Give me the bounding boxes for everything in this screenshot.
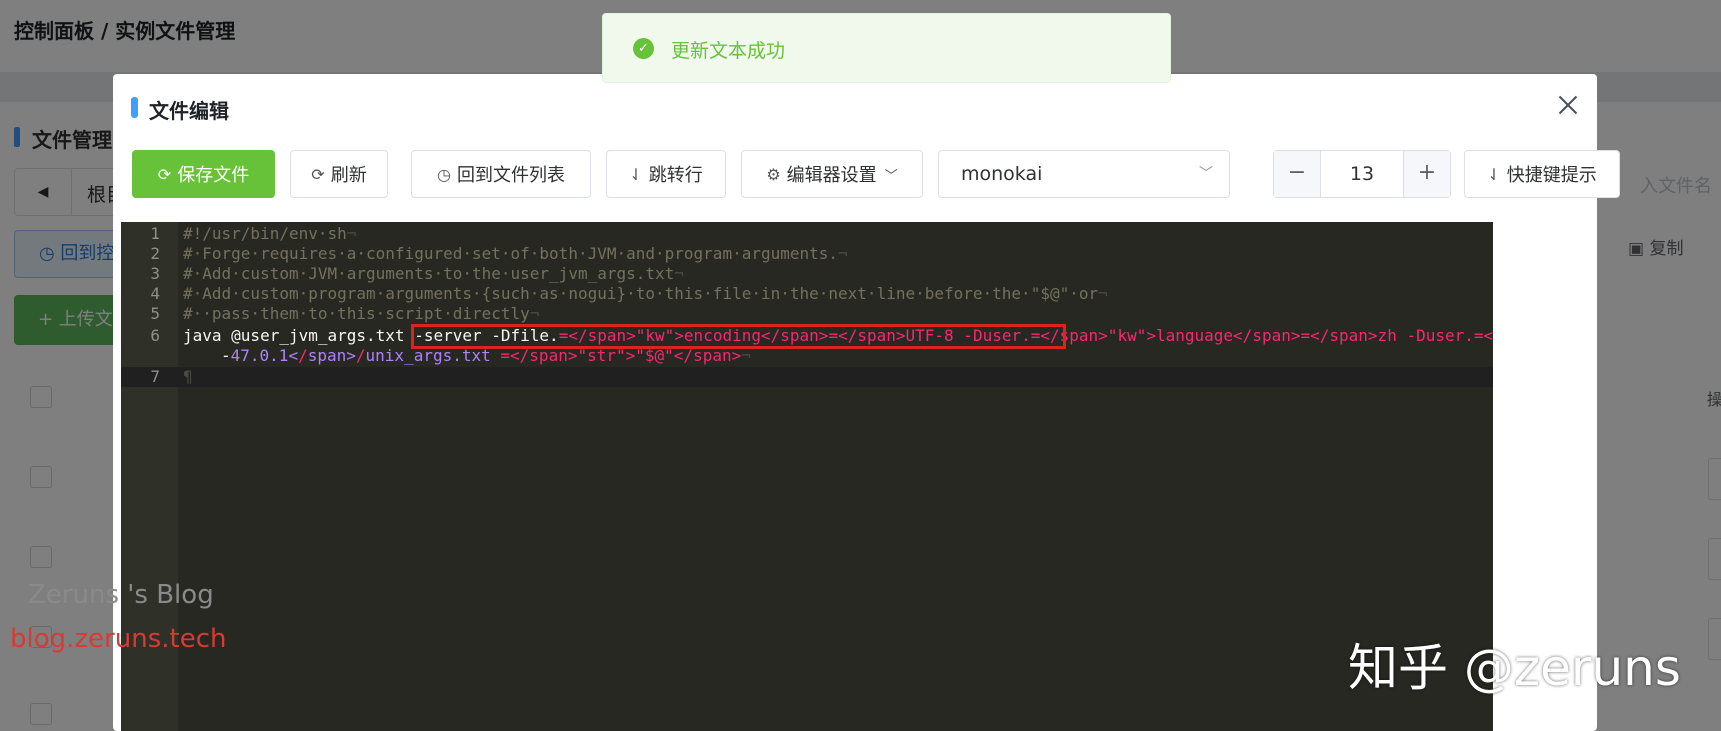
code-line: #!/usr/bin/env·sh¬ (183, 224, 357, 243)
chevron-down-icon: ﹀ (1199, 166, 1213, 182)
editor-settings-dropdown[interactable]: ⚙ 编辑器设置 ﹀ (741, 150, 923, 198)
code-line: #·Add·custom·program·arguments·{such·as·… (183, 284, 1108, 303)
code-line-wrap: -47.0.1</span>/unix_args.txt =</span>"st… (221, 346, 751, 365)
active-line-highlight (121, 367, 1493, 387)
blog-url-watermark: blog.zeruns.tech (10, 624, 227, 654)
theme-select[interactable]: monokai ﹀ (938, 150, 1230, 198)
arrow-down-icon: ⇃ (1487, 164, 1501, 184)
save-file-button[interactable]: ⟳ 保存文件 (132, 150, 275, 198)
blog-watermark: Zeruns 's Blog (28, 580, 214, 610)
line-number: 4 (150, 284, 160, 303)
code-line: #·Forge·requires·a·configured·set·of·bot… (183, 244, 848, 263)
code-line: #··pass·them·to·this·script·directly¬ (183, 304, 540, 323)
back-to-list-button[interactable]: ◷ 回到文件列表 (411, 150, 591, 198)
line-number: 6 (150, 326, 160, 345)
font-size-stepper[interactable]: − 13 + (1273, 150, 1451, 198)
close-icon[interactable] (1553, 90, 1583, 120)
line-number: 5 (150, 304, 160, 323)
check-circle-icon: ✓ (633, 38, 654, 59)
jump-line-button[interactable]: ⇃ 跳转行 (606, 150, 726, 198)
shortcut-hints-button[interactable]: ⇃ 快捷键提示 (1464, 150, 1620, 198)
clock-icon: ◷ (437, 164, 451, 184)
refresh-icon: ⟳ (311, 164, 325, 184)
refresh-button[interactable]: ⟳ 刷新 (290, 150, 388, 198)
line-number: 3 (150, 264, 160, 283)
zhihu-watermark: 知乎 @zeruns (1348, 639, 1681, 697)
arrow-down-icon: ⇃ (629, 164, 643, 184)
gear-icon: ⚙ (766, 164, 781, 184)
code-line: #·Add·custom·JVM·arguments·to·the·user_j… (183, 264, 684, 283)
line-number: 7 (150, 367, 160, 386)
dialog-title: 文件编辑 (131, 95, 229, 124)
highlight-box (411, 324, 1066, 349)
toast-message: 更新文本成功 (671, 40, 786, 62)
code-editor[interactable]: 1 2 3 4 5 6 7 #!/usr/bin/env·sh¬ #·Forge… (121, 222, 1493, 731)
decrease-button[interactable]: − (1274, 151, 1321, 197)
line-number: 2 (150, 244, 160, 263)
code-line: ¶ (183, 367, 193, 386)
line-number: 1 (150, 224, 160, 243)
font-size-value[interactable]: 13 (1320, 151, 1404, 197)
chevron-down-icon: ﹀ (884, 168, 898, 184)
increase-button[interactable]: + (1403, 151, 1450, 197)
success-toast: ✓ 更新文本成功 (602, 13, 1171, 83)
refresh-icon: ⟳ (157, 164, 172, 184)
